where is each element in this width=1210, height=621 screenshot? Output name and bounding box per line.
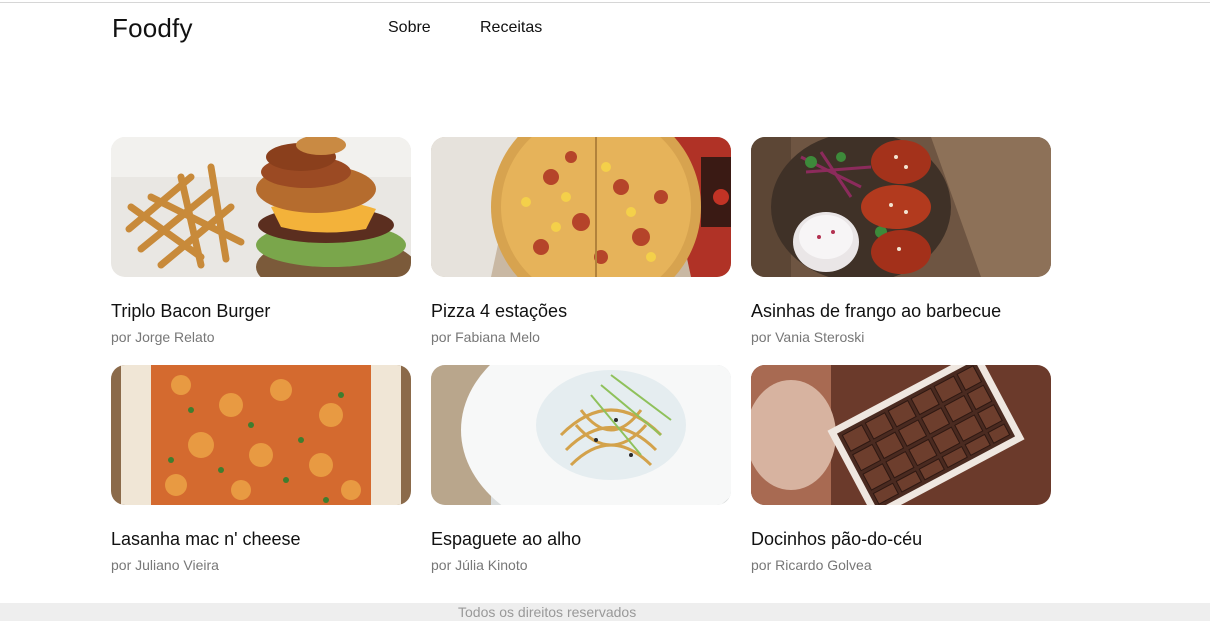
pizza-image[interactable] — [431, 137, 731, 277]
recipe-title[interactable]: Docinhos pão-do-céu — [751, 529, 922, 550]
recipe-card[interactable]: Lasanha mac n' cheese por Juliano Vieira — [111, 365, 411, 593]
chicken-wings-image[interactable] — [751, 137, 1051, 277]
recipe-card[interactable]: Triplo Bacon Burger por Jorge Relato — [111, 137, 411, 365]
recipe-title[interactable]: Asinhas de frango ao barbecue — [751, 301, 1001, 322]
site-logo[interactable]: Foodfy — [112, 13, 193, 44]
recipe-card[interactable]: Espaguete ao alho por Júlia Kinoto — [431, 365, 731, 593]
burger-image[interactable] — [111, 137, 411, 277]
recipe-title[interactable]: Espaguete ao alho — [431, 529, 581, 550]
recipe-author: por Jorge Relato — [111, 329, 215, 345]
recipe-author: por Ricardo Golvea — [751, 557, 872, 573]
recipe-card[interactable]: Pizza 4 estações por Fabiana Melo — [431, 137, 731, 365]
site-footer: Todos os direitos reservados — [0, 603, 1210, 621]
recipe-title[interactable]: Triplo Bacon Burger — [111, 301, 270, 322]
footer-text: Todos os direitos reservados — [458, 604, 637, 620]
recipe-card[interactable]: Docinhos pão-do-céu por Ricardo Golvea — [751, 365, 1051, 593]
recipe-title[interactable]: Pizza 4 estações — [431, 301, 567, 322]
lasagna-image[interactable] — [111, 365, 411, 505]
recipe-grid: Triplo Bacon Burger por Jorge Relato Piz… — [111, 137, 1051, 593]
recipe-author: por Fabiana Melo — [431, 329, 540, 345]
recipe-author: por Vania Steroski — [751, 329, 865, 345]
nav-link-sobre[interactable]: Sobre — [388, 19, 431, 37]
recipe-author: por Juliano Vieira — [111, 557, 219, 573]
spaghetti-image[interactable] — [431, 365, 731, 505]
chocolates-image[interactable] — [751, 365, 1051, 505]
site-header: Foodfy Sobre Receitas — [0, 3, 1210, 53]
recipe-card[interactable]: Asinhas de frango ao barbecue por Vania … — [751, 137, 1051, 365]
recipe-title[interactable]: Lasanha mac n' cheese — [111, 529, 301, 550]
nav-link-receitas[interactable]: Receitas — [480, 19, 542, 37]
recipe-author: por Júlia Kinoto — [431, 557, 528, 573]
